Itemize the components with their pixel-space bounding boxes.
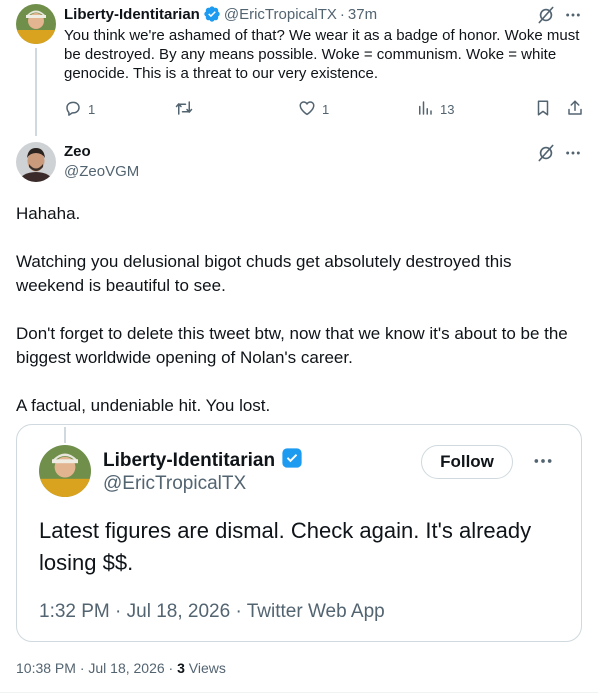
tweet-paragraph: A factual, undeniable hit. You lost. [16, 396, 271, 415]
verified-badge-icon [281, 447, 303, 475]
like-button[interactable]: 1 [298, 99, 329, 120]
quote-thread-line [64, 427, 66, 443]
tweet-timestamp[interactable]: 10:38 PM · Jul 18, 2026 · [16, 660, 177, 676]
quote-name-row: Liberty-Identitarian [103, 447, 303, 475]
more-icon[interactable] [565, 7, 581, 23]
share-button[interactable] [566, 99, 584, 120]
views-label: Views [184, 660, 226, 676]
views-button[interactable]: 13 [416, 99, 454, 120]
parent-tweet-text: You think we're ashamed of that? We wear… [64, 27, 580, 82]
zeo-avatar[interactable] [16, 142, 56, 182]
views-total: 3 [177, 660, 185, 676]
grok-icon[interactable] [536, 5, 556, 25]
share-icon [566, 99, 584, 120]
reply-icon [64, 99, 82, 120]
reply-button[interactable]: 1 [64, 99, 95, 120]
bookmark-icon [534, 99, 552, 120]
retweet-icon [174, 99, 194, 120]
tweet-paragraph: Watching you delusional bigot chuds get … [16, 252, 512, 295]
like-count: 1 [322, 101, 330, 117]
retweet-button[interactable] [174, 99, 194, 120]
parent-top-icons [536, 5, 581, 25]
reply-count: 1 [88, 101, 96, 117]
views-icon [416, 99, 434, 120]
quote-handle[interactable]: @EricTropicalTX [103, 473, 246, 495]
tweet-paragraph: Hahaha. [16, 204, 81, 223]
like-icon [298, 99, 316, 120]
quote-tweet-meta: 1:32 PM · Jul 18, 2026 · Twitter Web App [39, 601, 385, 622]
parent-display-name[interactable]: Liberty-Identitarian [64, 6, 200, 23]
parent-action-bar: 1 1 13 [64, 98, 586, 120]
header-separator: · [339, 5, 345, 23]
parent-header: Liberty-Identitarian @EricTropicalTX · 3… [64, 4, 377, 24]
tweet-paragraph: Don't forget to delete this tweet btw, n… [16, 324, 568, 367]
parent-avatar[interactable] [16, 4, 56, 44]
zeo-display-name[interactable]: Zeo [64, 143, 91, 160]
more-icon[interactable] [565, 145, 581, 161]
zeo-handle[interactable]: @ZeoVGM [64, 163, 139, 180]
divider [0, 692, 598, 693]
parent-time[interactable]: 37m [348, 6, 377, 23]
quoted-tweet-card[interactable]: Liberty-Identitarian @EricTropicalTX Fol… [16, 424, 582, 642]
quote-avatar[interactable] [39, 445, 91, 497]
main-tweet-text: Hahaha. Watching you delusional bigot ch… [16, 202, 582, 442]
thread-line [35, 48, 37, 136]
verified-badge-icon [203, 5, 221, 23]
follow-button[interactable]: Follow [421, 445, 513, 479]
more-icon[interactable] [533, 451, 553, 471]
quote-display-name[interactable]: Liberty-Identitarian [103, 450, 275, 472]
grok-icon[interactable] [536, 143, 556, 163]
bookmark-button[interactable] [534, 99, 552, 120]
tweet-timestamp-row: 10:38 PM · Jul 18, 2026 · 3 Views [16, 660, 226, 676]
main-top-icons [536, 143, 581, 163]
parent-handle[interactable]: @EricTropicalTX [224, 6, 337, 23]
views-count: 13 [440, 101, 455, 117]
quote-tweet-text: Latest figures are dismal. Check again. … [39, 518, 532, 575]
